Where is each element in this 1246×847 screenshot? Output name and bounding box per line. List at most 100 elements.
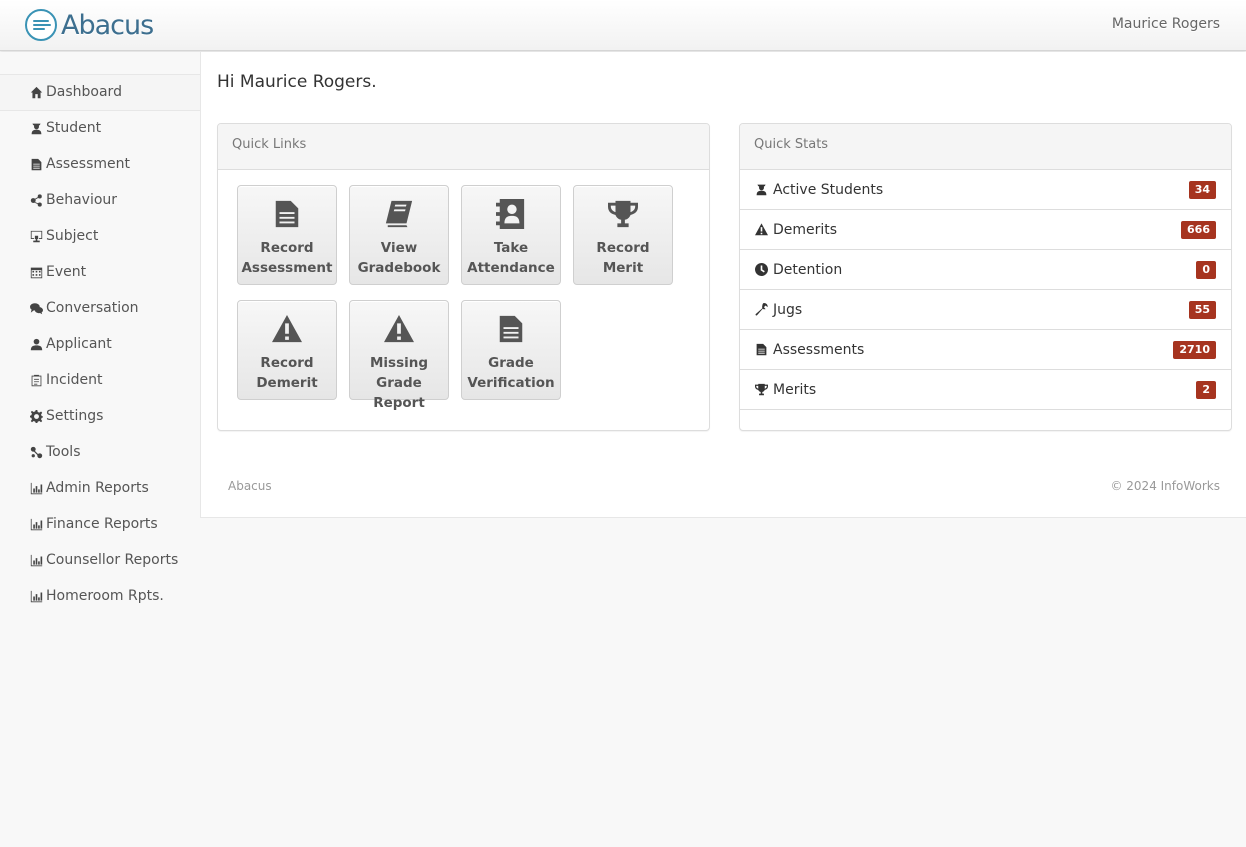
record-demerit-button[interactable]: Record Demerit: [237, 300, 337, 400]
sidebar-item-subject[interactable]: Subject: [0, 219, 201, 255]
top-navbar: Abacus Maurice Rogers: [0, 0, 1246, 51]
contact-book-icon: [462, 199, 560, 233]
stat-label: Active Students: [773, 181, 884, 198]
take-attendance-button[interactable]: Take Attendance: [461, 185, 561, 285]
wrench-icon: [755, 303, 769, 317]
sidebar-item-behaviour[interactable]: Behaviour: [0, 183, 201, 219]
sidebar-nav: Dashboard Student Assessment Behaviour S…: [0, 74, 201, 615]
sidebar-item-label: Subject: [46, 228, 99, 244]
stat-assessments[interactable]: Assessments 2710: [740, 330, 1231, 370]
count-badge: 34: [1188, 181, 1216, 199]
sidebar-item-label: Settings: [46, 408, 104, 424]
tile-label: Missing Grade Report: [369, 355, 429, 411]
stat-demerits[interactable]: Demerits 666: [740, 210, 1231, 250]
abacus-logo-icon: [25, 9, 57, 41]
sidebar-item-assessment[interactable]: Assessment: [0, 147, 201, 183]
sidebar-item-tools[interactable]: Tools: [0, 435, 201, 471]
sidebar-item-student[interactable]: Student: [0, 111, 201, 147]
missing-grade-report-button[interactable]: Missing Grade Report: [349, 300, 449, 411]
sidebar-item-homeroom-reports[interactable]: Homeroom Rpts.: [0, 579, 201, 615]
tile-label: Grade Verification: [467, 355, 555, 391]
sidebar-item-finance-reports[interactable]: Finance Reports: [0, 507, 201, 543]
sidebar-item-incident[interactable]: Incident: [0, 363, 201, 399]
footer-brand: Abacus: [228, 479, 272, 493]
tile-label: Record Demerit: [256, 355, 318, 391]
count-badge: 0: [1196, 261, 1216, 279]
share-icon: [28, 192, 44, 208]
sidebar-item-dashboard[interactable]: Dashboard: [0, 75, 201, 111]
record-assessment-button[interactable]: Record Assessment: [237, 185, 337, 285]
comments-icon: [28, 300, 44, 316]
sidebar-item-label: Applicant: [46, 336, 112, 352]
tile-label: Record Merit: [596, 240, 650, 276]
sidebar-item-label: Homeroom Rpts.: [46, 588, 164, 604]
calendar-icon: [28, 264, 44, 280]
bar-chart-icon: [28, 480, 44, 496]
record-merit-button[interactable]: Record Merit: [573, 185, 673, 285]
clipboard-icon: [28, 372, 44, 388]
stat-label: Detention: [773, 261, 843, 278]
clock-icon: [755, 263, 769, 277]
user-menu-link[interactable]: Maurice Rogers: [1112, 16, 1220, 32]
stat-label: Jugs: [773, 301, 803, 318]
gear-icon: [28, 408, 44, 424]
tile-label: Take Attendance: [467, 240, 555, 276]
grade-verification-button[interactable]: Grade Verification: [461, 300, 561, 400]
sidebar-item-label: Incident: [46, 372, 103, 388]
file-icon: [462, 314, 560, 348]
greeting: Hi Maurice Rogers.: [217, 72, 377, 92]
stat-detention[interactable]: Detention 0: [740, 250, 1231, 290]
sidebar-item-counsellor-reports[interactable]: Counsellor Reports: [0, 543, 201, 579]
tile-label: Record Assessment: [241, 240, 333, 276]
brand-link[interactable]: Abacus: [25, 8, 154, 42]
footer-copyright: © 2024 InfoWorks: [1110, 479, 1220, 493]
main-content: Hi Maurice Rogers. Quick Links Record As…: [200, 52, 1246, 518]
warning-icon: [350, 314, 448, 348]
file-icon: [28, 156, 44, 172]
sidebar-item-settings[interactable]: Settings: [0, 399, 201, 435]
sidebar-item-event[interactable]: Event: [0, 255, 201, 291]
student-icon: [28, 120, 44, 136]
count-badge: 2710: [1173, 341, 1216, 359]
trophy-icon: [755, 383, 769, 397]
sidebar-item-admin-reports[interactable]: Admin Reports: [0, 471, 201, 507]
quick-stats-heading: Quick Stats: [740, 124, 1231, 170]
file-icon: [755, 343, 769, 357]
sidebar-item-label: Event: [46, 264, 87, 280]
bar-chart-icon: [28, 516, 44, 532]
count-badge: 55: [1188, 301, 1216, 319]
view-gradebook-button[interactable]: View Gradebook: [349, 185, 449, 285]
stat-jugs[interactable]: Jugs 55: [740, 290, 1231, 330]
student-icon: [755, 183, 769, 197]
count-badge: 2: [1196, 381, 1216, 399]
sidebar-item-applicant[interactable]: Applicant: [0, 327, 201, 363]
sidebar-item-label: Dashboard: [46, 84, 122, 100]
stat-active-students[interactable]: Active Students 34: [740, 170, 1231, 210]
stat-label: Assessments: [773, 341, 865, 358]
tools-icon: [28, 444, 44, 460]
quick-links-heading: Quick Links: [218, 124, 709, 170]
quick-links-panel: Quick Links Record Assessment View Grade…: [217, 123, 710, 431]
stat-label: Merits: [773, 381, 817, 398]
warning-icon: [755, 223, 769, 237]
sidebar-item-label: Student: [46, 120, 102, 136]
sidebar: Dashboard Student Assessment Behaviour S…: [0, 52, 201, 847]
sidebar-item-label: Conversation: [46, 300, 139, 316]
count-badge: 666: [1181, 221, 1216, 239]
sidebar-item-label: Counsellor Reports: [46, 552, 179, 568]
sidebar-item-label: Assessment: [46, 156, 130, 172]
file-icon: [238, 199, 336, 233]
tile-label: View Gradebook: [357, 240, 441, 276]
stat-merits[interactable]: Merits 2: [740, 370, 1231, 410]
sidebar-item-conversation[interactable]: Conversation: [0, 291, 201, 327]
home-icon: [28, 84, 44, 100]
brand-name: Abacus: [61, 9, 154, 41]
sitemap-icon: [28, 228, 44, 244]
bar-chart-icon: [28, 588, 44, 604]
sidebar-item-label: Tools: [46, 444, 81, 460]
user-icon: [28, 336, 44, 352]
sidebar-item-label: Admin Reports: [46, 480, 149, 496]
warning-icon: [238, 314, 336, 348]
trophy-icon: [574, 199, 672, 233]
quick-stats-panel: Quick Stats Active Students 34 Demerits …: [739, 123, 1232, 431]
